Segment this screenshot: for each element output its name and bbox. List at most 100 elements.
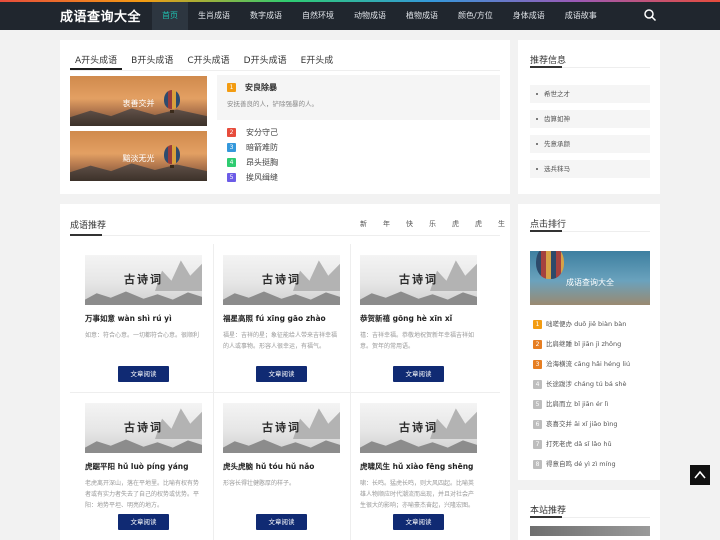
read-article-button[interactable]: 文章阅读	[393, 366, 444, 382]
filter-link[interactable]: 虎	[452, 219, 475, 229]
card-title[interactable]: 虎头虎脑 hǔ tóu hǔ nǎo	[223, 461, 314, 472]
card-thumbnail[interactable]: 古诗词	[360, 403, 477, 453]
rank-badge: 2	[227, 128, 236, 137]
featured-idiom[interactable]: 1 安良除暴 安抚善良的人，铲除强暴的人。	[217, 75, 500, 120]
ranking-text[interactable]: 长途跋涉 cháng tú bá shè	[546, 380, 626, 388]
nav-nature[interactable]: 自然环境	[292, 2, 344, 30]
read-article-button[interactable]: 文章阅读	[393, 514, 444, 530]
card-title[interactable]: 虎踞平阳 hǔ luò píng yáng	[85, 461, 189, 472]
banner-title[interactable]: 黯淡无光	[70, 153, 207, 164]
featured-title[interactable]: 安良除暴	[245, 82, 277, 93]
rank-badge: 3	[227, 143, 236, 152]
nav-body[interactable]: 身体成语	[503, 2, 555, 30]
recommend-item[interactable]: 希世之才	[530, 85, 650, 103]
filter-link[interactable]: 快	[406, 219, 429, 229]
idiom-text[interactable]: 昂头挺胸	[246, 158, 278, 167]
nav-number[interactable]: 数字成语	[240, 2, 292, 30]
recommend-item[interactable]: 齿算如神	[530, 110, 650, 128]
back-to-top-button[interactable]	[690, 465, 710, 485]
tab-d[interactable]: D开头成语	[239, 54, 292, 70]
idiom-card: 古诗词 万事如意 wàn shì rú yì 如意：符合心意。一切都符合心意。很顺利…	[85, 255, 222, 393]
card-title[interactable]: 虎啸风生 hǔ xiào fēng shēng	[360, 461, 473, 472]
filter-link[interactable]: 乐	[429, 219, 452, 229]
read-article-button[interactable]: 文章阅读	[256, 366, 307, 382]
rank-badge: 6	[533, 419, 542, 429]
card-thumbnail[interactable]: 古诗词	[85, 403, 202, 453]
rank-badge: 8	[533, 459, 542, 469]
filter-link[interactable]: 虎	[475, 219, 498, 229]
read-article-button[interactable]: 文章阅读	[118, 366, 169, 382]
tab-a[interactable]: A开头成语	[70, 54, 123, 70]
banner-title[interactable]: 衷善交并	[70, 98, 207, 109]
panel-divider	[530, 66, 650, 68]
ranking-item[interactable]: 6 哀喜交并 āi xǐ jiāo bìng	[533, 414, 630, 434]
rank-badge: 3	[533, 359, 542, 369]
read-article-button[interactable]: 文章阅读	[118, 514, 169, 530]
filter-link[interactable]: 新	[360, 219, 383, 229]
nav-plant[interactable]: 植物成语	[396, 2, 448, 30]
filter-link[interactable]: 年	[383, 219, 406, 229]
ranking-text[interactable]: 咄嗟便办 duō jiē biàn bàn	[546, 320, 626, 328]
card-thumbnail[interactable]: 古诗词	[223, 255, 340, 305]
banner-1[interactable]: 衷善交并	[70, 76, 207, 126]
balloon-basket	[170, 110, 174, 113]
thumbnail-title: 古诗词	[399, 421, 438, 434]
ranking-text[interactable]: 比肩继踵 bǐ jiān jì zhǒng	[546, 340, 621, 348]
idiom-list: 2 安分守己 3 暗箭难防 4 昂头挺胸 5 挨风缉缝	[227, 125, 278, 185]
ranking-text[interactable]: 得意自鸣 dé yì zì míng	[546, 460, 616, 468]
tabs-divider	[70, 70, 500, 71]
rank-badge: 4	[533, 379, 542, 389]
idiom-text[interactable]: 暗箭难防	[246, 143, 278, 152]
ranking-item[interactable]: 8 得意自鸣 dé yì zì míng	[533, 454, 630, 474]
card-thumbnail[interactable]: 古诗词	[360, 255, 477, 305]
ranking-item[interactable]: 2 比肩继踵 bǐ jiān jì zhǒng	[533, 334, 630, 354]
idiom-card: 古诗词 虎啸风生 hǔ xiào fēng shēng 啸：长鸣。猛虎长鸣，则大风四…	[360, 403, 497, 540]
panel-divider	[530, 230, 650, 232]
banner-2[interactable]: 黯淡无光	[70, 131, 207, 181]
card-title[interactable]: 万事如意 wàn shì rú yì	[85, 313, 172, 324]
alpha-tabs: A开头成语 B开头成语 C开头成语 D开头成语 E开头成	[70, 54, 342, 70]
card-title[interactable]: 恭贺新禧 gōng hè xīn xǐ	[360, 313, 452, 324]
search-icon[interactable]	[643, 8, 657, 22]
idiom-text[interactable]: 挨风缉缝	[246, 173, 278, 182]
nav-color[interactable]: 颜色/方位	[448, 2, 503, 30]
idiom-item[interactable]: 2 安分守己	[227, 125, 278, 140]
tab-e[interactable]: E开头成	[296, 54, 339, 70]
card-title[interactable]: 福星高照 fú xīng gāo zhào	[223, 313, 326, 324]
card-thumbnail[interactable]: 古诗词	[85, 255, 202, 305]
recommend-item[interactable]: 选兵秣马	[530, 160, 650, 178]
ranking-item[interactable]: 4 长途跋涉 cháng tú bá shè	[533, 374, 630, 394]
rank-badge: 5	[533, 399, 542, 409]
tab-b[interactable]: B开头成语	[126, 54, 178, 70]
site-recommend-thumb[interactable]	[530, 526, 650, 536]
nav-home[interactable]: 首页	[152, 2, 188, 30]
idiom-item[interactable]: 4 昂头挺胸	[227, 155, 278, 170]
tab-c[interactable]: C开头成语	[182, 54, 234, 70]
ranking-banner-title[interactable]: 成语查询大全	[530, 277, 650, 288]
ranking-item[interactable]: 1 咄嗟便办 duō jiē biàn bàn	[533, 314, 630, 334]
ranking-banner[interactable]: 成语查询大全	[530, 251, 650, 305]
card-thumbnail[interactable]: 古诗词	[223, 403, 340, 453]
nav-animal[interactable]: 动物成语	[344, 2, 396, 30]
ranking-item[interactable]: 3 沧海横流 cāng hǎi héng liú	[533, 354, 630, 374]
ranking-item[interactable]: 5 比肩而立 bǐ jiān ér lì	[533, 394, 630, 414]
ranking-text[interactable]: 沧海横流 cāng hǎi héng liú	[546, 360, 630, 368]
recommend-item[interactable]: 先意承颜	[530, 135, 650, 153]
idiom-text[interactable]: 安分守己	[246, 128, 278, 137]
nav-zodiac[interactable]: 生肖成语	[188, 2, 240, 30]
idiom-item[interactable]: 5 挨风缉缝	[227, 170, 278, 185]
ranking-text[interactable]: 比肩而立 bǐ jiān ér lì	[546, 400, 608, 408]
site-header: 成语查询大全 首页 生肖成语 数字成语 自然环境 动物成语 植物成语 颜色/方位…	[0, 2, 720, 30]
idiom-item[interactable]: 3 暗箭难防	[227, 140, 278, 155]
balloon-icon	[536, 251, 564, 279]
nav-story[interactable]: 成语故事	[555, 2, 607, 30]
section-divider	[70, 234, 500, 236]
balloon-basket	[170, 165, 174, 168]
ranking-text[interactable]: 哀喜交并 āi xǐ jiāo bìng	[546, 420, 617, 428]
thumbnail-title: 古诗词	[124, 421, 163, 434]
read-article-button[interactable]: 文章阅读	[256, 514, 307, 530]
site-logo[interactable]: 成语查询大全	[60, 6, 141, 25]
ranking-item[interactable]: 7 打死老虎 dǎ sǐ lǎo hǔ	[533, 434, 630, 454]
ranking-text[interactable]: 打死老虎 dǎ sǐ lǎo hǔ	[546, 440, 612, 448]
click-ranking-panel: 点击排行 成语查询大全 1 咄嗟便办 duō jiē biàn bàn 2 比肩继踵 …	[518, 204, 660, 480]
